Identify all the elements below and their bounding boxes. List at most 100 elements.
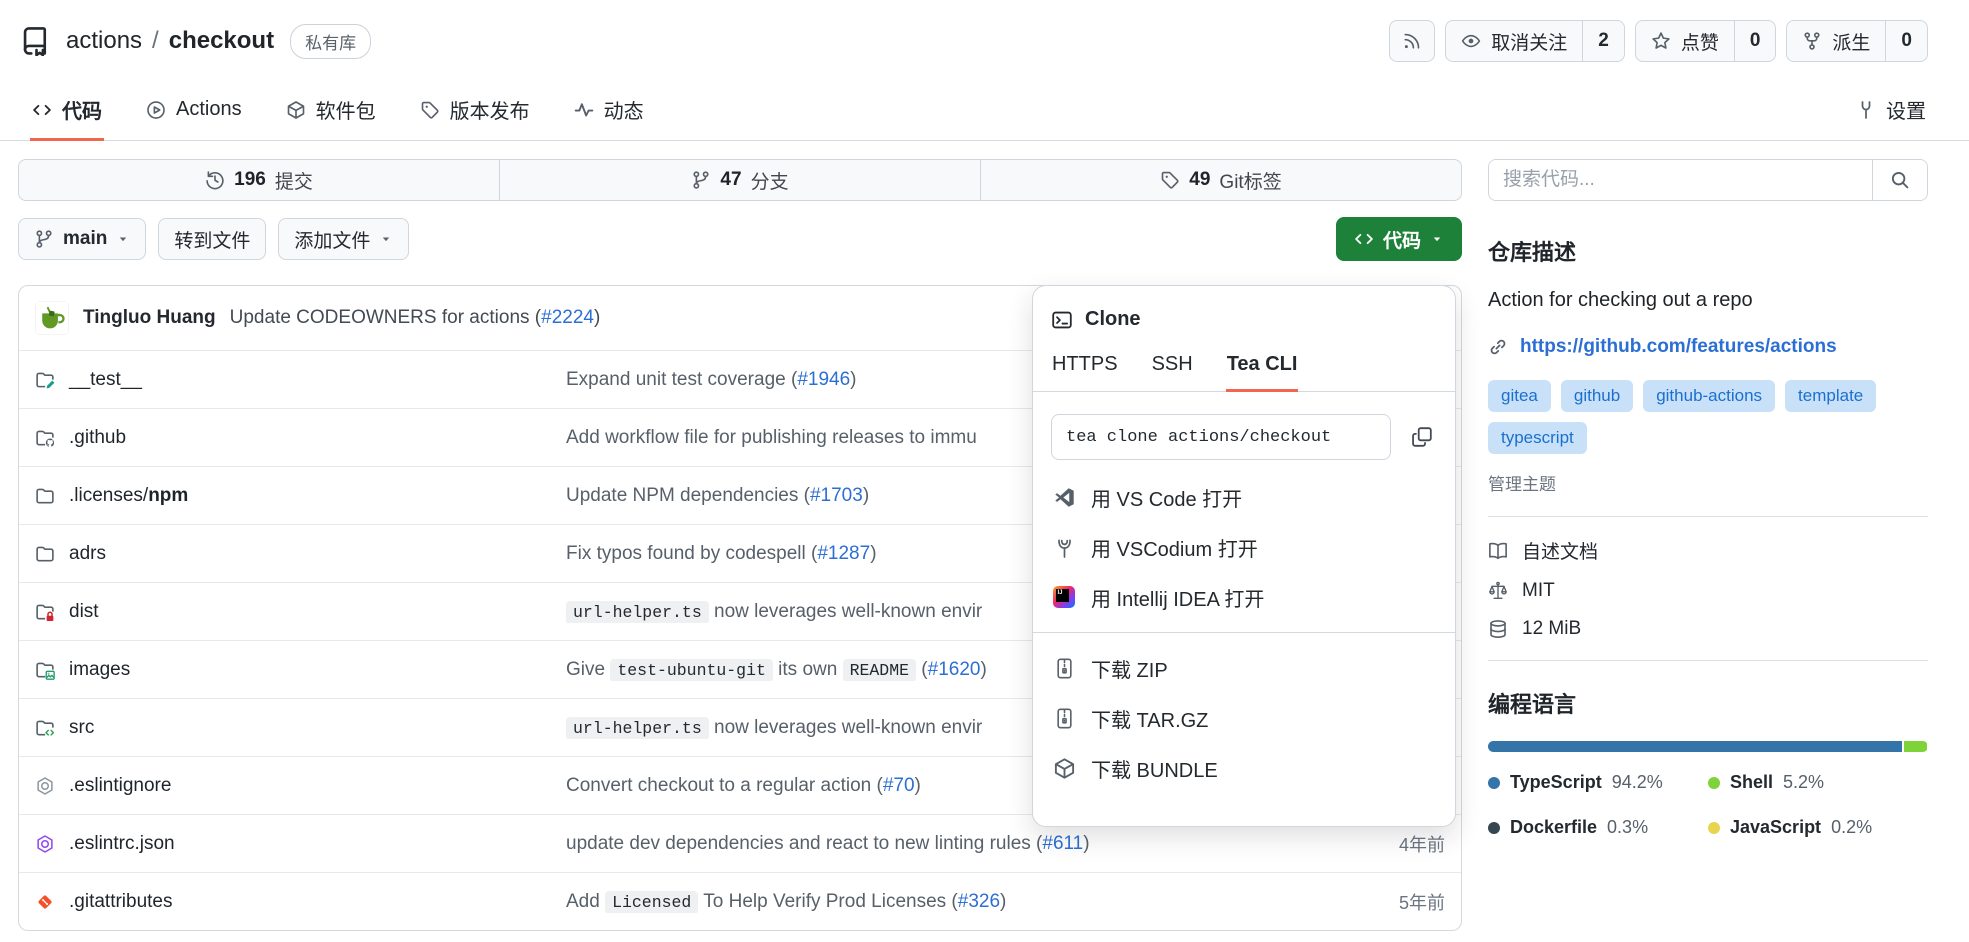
- menu-item-label: 用 VSCodium 打开: [1091, 533, 1258, 562]
- file-link[interactable]: images: [69, 659, 130, 681]
- tab-packages[interactable]: 软件包: [284, 78, 378, 141]
- meta-label: 12 MiB: [1522, 618, 1581, 640]
- manage-topics-link[interactable]: 管理主题: [1488, 470, 1556, 495]
- clone-tab-tea-cli[interactable]: Tea CLI: [1226, 353, 1299, 392]
- stat-branches[interactable]: 47 分支: [499, 160, 980, 200]
- issue-link[interactable]: #1703: [810, 485, 863, 506]
- tab-code[interactable]: 代码: [30, 78, 104, 141]
- terminal-icon: [1051, 309, 1073, 331]
- tab-activity[interactable]: 动态: [572, 78, 646, 141]
- file-link[interactable]: .eslintignore: [69, 775, 171, 797]
- issue-link[interactable]: #611: [1042, 833, 1083, 854]
- add-file-button[interactable]: 添加文件: [278, 218, 409, 260]
- meta-database[interactable]: 12 MiB: [1488, 618, 1928, 640]
- menu-item[interactable]: 下载 ZIP: [1051, 643, 1437, 693]
- issue-link[interactable]: #2224: [541, 307, 594, 328]
- website-link[interactable]: https://github.com/features/actions: [1520, 336, 1837, 358]
- code-chip: test-ubuntu-git: [610, 659, 773, 681]
- folder-icon: [35, 544, 55, 564]
- file-link[interactable]: .eslintrc.json: [69, 833, 175, 855]
- language-name: Dockerfile: [1510, 817, 1597, 838]
- language-legend: TypeScript 94.2% Shell 5.2% Dockerfile 0…: [1488, 772, 1928, 838]
- bundle-icon: [1053, 757, 1076, 780]
- topic-template[interactable]: template: [1785, 380, 1876, 412]
- repo-actions: 取消关注 2 点赞 0 派生 0: [1389, 20, 1928, 62]
- language-dot: [1708, 777, 1720, 789]
- issue-link[interactable]: #326: [958, 891, 1000, 912]
- search-button[interactable]: [1872, 160, 1927, 200]
- topic-gitea[interactable]: gitea: [1488, 380, 1551, 412]
- menu-item[interactable]: IJ 用 Intellij IDEA 打开: [1051, 572, 1437, 622]
- branch-selector[interactable]: main: [18, 218, 146, 260]
- meta-law[interactable]: MIT: [1488, 580, 1928, 602]
- menu-item[interactable]: 用 VSCodium 打开: [1051, 522, 1437, 572]
- tab-settings[interactable]: 设置: [1854, 78, 1928, 141]
- file-link[interactable]: .licenses/npm: [69, 485, 188, 507]
- stat-label: 提交: [275, 167, 313, 194]
- message-text: update dev dependencies and react to new…: [566, 833, 1042, 854]
- star-count[interactable]: 0: [1734, 21, 1776, 61]
- divider: [1488, 516, 1928, 517]
- code-chip: Licensed: [605, 891, 698, 913]
- message-text: ): [915, 775, 921, 796]
- meta-book[interactable]: 自述文档: [1488, 537, 1928, 564]
- copy-button[interactable]: [1407, 422, 1437, 452]
- commit-author-link[interactable]: Tingluo Huang: [83, 307, 216, 329]
- message-text: its own: [773, 659, 843, 680]
- star-button[interactable]: 点赞 0: [1635, 20, 1777, 62]
- language-legend-item[interactable]: JavaScript 0.2%: [1708, 817, 1928, 838]
- menu-item[interactable]: 用 VS Code 打开: [1051, 472, 1437, 522]
- clone-url-input[interactable]: [1051, 414, 1391, 460]
- tab-releases[interactable]: 版本发布: [418, 78, 532, 141]
- issue-link[interactable]: #1287: [817, 543, 870, 564]
- topic-github[interactable]: github: [1561, 380, 1633, 412]
- issue-link[interactable]: #70: [883, 775, 915, 796]
- clone-tab-ssh[interactable]: SSH: [1151, 353, 1194, 392]
- stat-tags[interactable]: 49 Git标签: [980, 160, 1461, 200]
- star-icon: [1651, 31, 1671, 51]
- folder-icon: [35, 486, 55, 506]
- issue-link[interactable]: #1620: [928, 659, 981, 680]
- goto-file-button[interactable]: 转到文件: [158, 218, 266, 260]
- branch-icon: [691, 170, 711, 190]
- fork-count[interactable]: 0: [1885, 21, 1927, 61]
- search-input[interactable]: [1489, 160, 1872, 200]
- tab-actions[interactable]: Actions: [144, 78, 244, 141]
- message-text: ): [863, 485, 869, 506]
- stat-commits[interactable]: 196 提交: [19, 160, 499, 200]
- message-text: now leverages well-known envir: [709, 601, 983, 622]
- file-link[interactable]: __test__: [69, 369, 142, 391]
- language-legend-item[interactable]: TypeScript 94.2%: [1488, 772, 1708, 793]
- topic-typescript[interactable]: typescript: [1488, 422, 1587, 454]
- rss-button[interactable]: [1389, 20, 1435, 62]
- topic-github-actions[interactable]: github-actions: [1643, 380, 1775, 412]
- code-button[interactable]: 代码: [1336, 217, 1462, 261]
- law-icon: [1488, 581, 1508, 601]
- language-legend-item[interactable]: Shell 5.2%: [1708, 772, 1928, 793]
- clone-tab-https[interactable]: HTTPS: [1051, 353, 1119, 392]
- database-icon: [1488, 619, 1508, 639]
- menu-item[interactable]: 下载 TAR.GZ: [1051, 693, 1437, 743]
- file-link[interactable]: .gitattributes: [69, 891, 173, 913]
- file-link[interactable]: dist: [69, 601, 99, 623]
- code-icon: [32, 100, 52, 120]
- repo-owner-link[interactable]: actions: [66, 27, 142, 55]
- menu-item-label: 用 VS Code 打开: [1091, 483, 1242, 512]
- menu-item-label: 下载 ZIP: [1091, 654, 1168, 683]
- fork-button[interactable]: 派生 0: [1786, 20, 1928, 62]
- chevron-down-icon: [1430, 232, 1444, 246]
- file-link[interactable]: src: [69, 717, 94, 739]
- issue-link[interactable]: #1946: [797, 369, 850, 390]
- message-text: (: [916, 659, 928, 680]
- repo-name-link[interactable]: checkout: [169, 27, 274, 55]
- chevron-down-icon: [116, 232, 130, 246]
- unwatch-button[interactable]: 取消关注 2: [1445, 20, 1625, 62]
- wrench-icon: [1856, 100, 1876, 120]
- language-dot: [1708, 822, 1720, 834]
- tab-label: 代码: [62, 95, 102, 124]
- file-link[interactable]: .github: [69, 427, 126, 449]
- menu-item[interactable]: 下载 BUNDLE: [1051, 743, 1437, 793]
- language-legend-item[interactable]: Dockerfile 0.3%: [1488, 817, 1708, 838]
- file-link[interactable]: adrs: [69, 543, 106, 565]
- watch-count[interactable]: 2: [1582, 21, 1624, 61]
